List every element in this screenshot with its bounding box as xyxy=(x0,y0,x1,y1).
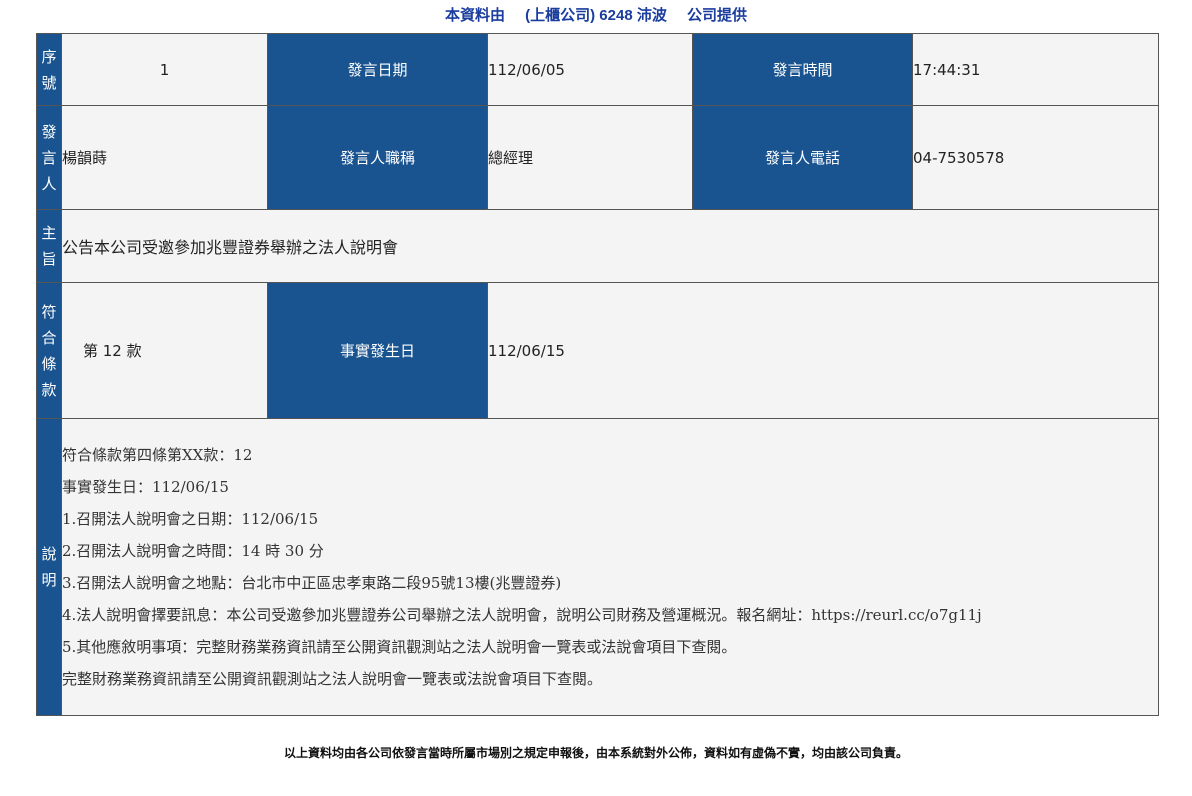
description-line: 2.召開法人說明會之時間：14 時 30 分 xyxy=(62,542,324,560)
announcement-table: 序號 1 發言日期 112/06/05 發言時間 17:44:31 發言人 楊韻… xyxy=(36,33,1159,716)
description-line: 事實發生日：112/06/15 xyxy=(62,478,229,496)
description-body: 符合條款第四條第XX款：12 事實發生日：112/06/15 1.召開法人說明會… xyxy=(61,418,1159,716)
time-label: 發言時間 xyxy=(692,33,913,106)
header-company: (上櫃公司) 6248 沛波 xyxy=(525,7,667,24)
description-line: 5.其他應敘明事項：完整財務業務資訊請至公開資訊觀測站之法人說明會一覽表或法說會… xyxy=(62,638,737,656)
side-label-description: 說明 xyxy=(36,418,62,716)
speaker-phone-value: 04-7530578 xyxy=(912,105,1159,210)
row-speaker: 發言人 楊韻蒔 發言人職稱 總經理 發言人電話 04-7530578 xyxy=(36,105,1159,210)
fact-date-label: 事實發生日 xyxy=(267,282,488,419)
side-label-sequence: 序號 xyxy=(36,33,62,106)
description-line: 4.法人說明會擇要訊息：本公司受邀參加兆豐證券公司舉辦之法人說明會，說明公司財務… xyxy=(62,606,982,624)
row-clause: 符合條款 第 12 款 事實發生日 112/06/15 xyxy=(36,282,1159,419)
clause-value: 第 12 款 xyxy=(61,282,268,419)
row-description: 說明 符合條款第四條第XX款：12 事實發生日：112/06/15 1.召開法人… xyxy=(36,418,1159,716)
description-line: 符合條款第四條第XX款：12 xyxy=(62,446,253,464)
date-value: 112/06/05 xyxy=(487,33,693,106)
speaker-value: 楊韻蒔 xyxy=(61,105,268,210)
side-label-clause: 符合條款 xyxy=(36,282,62,419)
report-header: 本資料由 (上櫃公司) 6248 沛波 公司提供 xyxy=(0,4,1192,25)
sequence-value: 1 xyxy=(61,33,268,106)
speaker-title-value: 總經理 xyxy=(487,105,693,210)
header-prefix: 本資料由 xyxy=(444,7,505,24)
date-label: 發言日期 xyxy=(267,33,488,106)
side-label-speaker: 發言人 xyxy=(36,105,62,210)
description-line: 完整財務業務資訊請至公開資訊觀測站之法人說明會一覽表或法說會項目下查閱。 xyxy=(62,670,603,688)
side-label-subject: 主旨 xyxy=(36,209,62,283)
row-sequence: 序號 1 發言日期 112/06/05 發言時間 17:44:31 xyxy=(36,33,1159,106)
speaker-title-label: 發言人職稱 xyxy=(267,105,488,210)
header-suffix: 公司提供 xyxy=(687,7,748,24)
subject-value: 公告本公司受邀參加兆豐證券舉辦之法人說明會 xyxy=(61,209,1159,283)
speaker-phone-label: 發言人電話 xyxy=(692,105,913,210)
time-value: 17:44:31 xyxy=(912,33,1159,106)
description-line: 3.召開法人說明會之地點：台北市中正區忠孝東路二段95號13樓(兆豐證券) xyxy=(62,574,562,592)
fact-date-value: 112/06/15 xyxy=(487,282,1159,419)
disclaimer-footer: 以上資料均由各公司依發言當時所屬市場別之規定申報後，由本系統對外公佈，資料如有虛… xyxy=(283,746,908,760)
description-line: 1.召開法人說明會之日期：112/06/15 xyxy=(62,510,319,528)
row-subject: 主旨 公告本公司受邀參加兆豐證券舉辦之法人說明會 xyxy=(36,209,1159,283)
